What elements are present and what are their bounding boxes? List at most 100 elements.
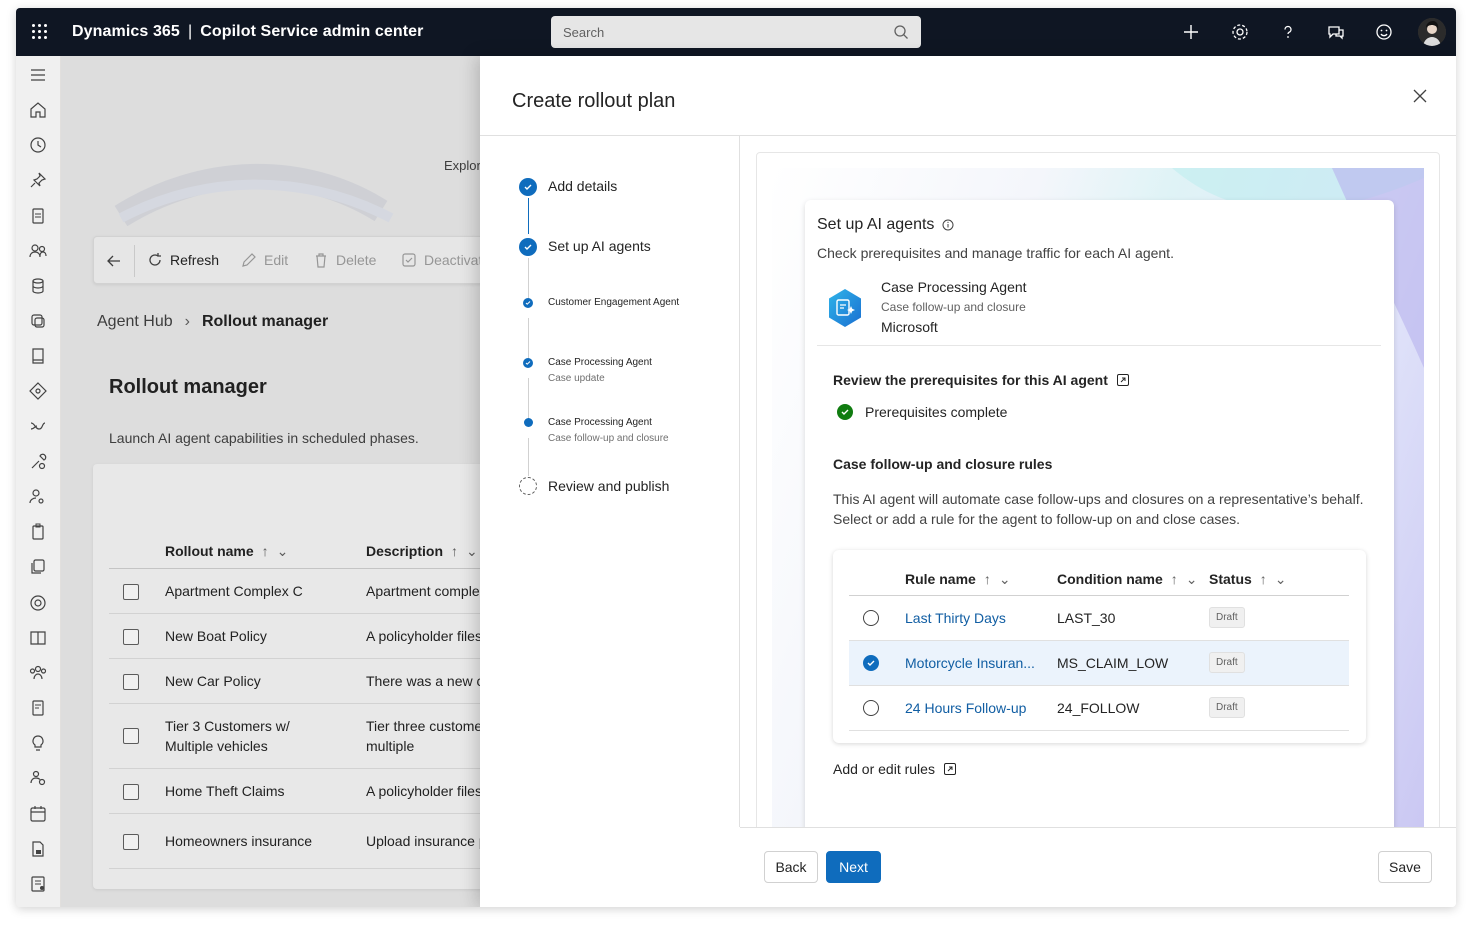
substep-sublabel: Case update (548, 373, 605, 384)
success-check-icon (837, 404, 853, 420)
notes-icon[interactable] (28, 698, 48, 718)
agent-name: Case Processing Agent (881, 279, 1027, 295)
help-icon[interactable] (1276, 20, 1300, 44)
app-title[interactable]: Dynamics 365 | Copilot Service admin cente… (72, 23, 424, 41)
prereq-status-row: Prerequisites complete (837, 404, 1007, 420)
condition-name-cell: MS_CLAIM_LOW (1057, 655, 1169, 671)
back-button[interactable]: Back (764, 851, 818, 883)
recent-clock-icon[interactable] (28, 135, 48, 155)
pin-icon[interactable] (28, 170, 48, 190)
column-header-status[interactable]: Status ↑ ⌄ (1209, 571, 1287, 588)
top-bar: Dynamics 365 | Copilot Service admin cente… (16, 8, 1456, 56)
step-connector (528, 258, 529, 300)
table-row[interactable]: 24 Hours Follow-up 24_FOLLOW Draft (849, 686, 1349, 731)
search-icon (893, 24, 909, 45)
layers-icon[interactable] (28, 311, 48, 331)
rules-heading: Case follow-up and closure rules (833, 456, 1053, 472)
add-edit-rules-link[interactable]: Add or edit rules (833, 761, 957, 777)
stepper: Add details Set up AI agents Customer En… (480, 136, 740, 827)
step-setup-ai-agents[interactable]: Set up AI agents (548, 238, 651, 254)
book-icon[interactable] (28, 346, 48, 366)
step-add-details[interactable]: Add details (548, 178, 617, 194)
user-avatar[interactable] (1418, 18, 1446, 46)
setup-ai-agents-card: Set up AI agents Check prerequisites and… (805, 200, 1394, 841)
next-button[interactable]: Next (826, 851, 881, 883)
brand-name: Dynamics 365 (72, 23, 180, 40)
radio-unselected[interactable] (863, 700, 879, 716)
user-settings-icon[interactable] (28, 487, 48, 507)
column-header-condition-name[interactable]: Condition name ↑ ⌄ (1057, 571, 1198, 588)
team-icon[interactable] (28, 663, 48, 683)
title-separator: | (187, 23, 193, 40)
rules-description-line: This AI agent will automate case follow-… (833, 491, 1364, 507)
agent-publisher: Microsoft (881, 319, 938, 335)
chevron-down-icon: ⌄ (1274, 571, 1287, 587)
modal-backdrop[interactable] (61, 56, 481, 907)
open-book-icon[interactable] (28, 628, 48, 648)
substep-case-update[interactable]: Case Processing Agent Case update (548, 357, 652, 384)
rule-name-link[interactable]: 24 Hours Follow-up (905, 700, 1026, 716)
tools-icon[interactable] (28, 452, 48, 472)
step-connector (528, 378, 529, 420)
substep-current-dot (524, 418, 533, 427)
chevron-down-icon: ⌄ (998, 571, 1011, 587)
app-window: Dynamics 365 | Copilot Service admin cente… (16, 8, 1456, 907)
table-row[interactable]: Last Thirty Days LAST_30 Draft (849, 596, 1349, 641)
routing-icon[interactable] (28, 381, 48, 401)
add-icon[interactable] (1179, 20, 1203, 44)
close-icon[interactable] (1408, 84, 1432, 108)
panel-title: Create rollout plan (512, 90, 676, 112)
status-badge: Draft (1209, 652, 1245, 673)
card-title: Set up AI agents (817, 216, 935, 233)
rule-name-link[interactable]: Motorcycle Insuran... (905, 655, 1035, 671)
app-launcher-icon[interactable] (32, 24, 48, 40)
calendar-icon[interactable] (28, 804, 48, 824)
people-icon[interactable] (28, 241, 48, 261)
radio-unselected[interactable] (863, 610, 879, 626)
document-icon[interactable] (28, 206, 48, 226)
lightbulb-icon[interactable] (28, 733, 48, 753)
hamburger-menu-icon[interactable] (28, 65, 48, 85)
rules-table: Rule name ↑ ⌄ Condition name ↑ ⌄ Status … (833, 550, 1366, 743)
condition-name-cell: LAST_30 (1057, 610, 1116, 626)
column-header-rule-name[interactable]: Rule name ↑ ⌄ (905, 571, 1011, 588)
left-nav-rail (16, 56, 61, 907)
chat-icon[interactable] (1324, 20, 1348, 44)
step-connector (528, 318, 529, 360)
step-review-publish[interactable]: Review and publish (548, 478, 669, 494)
status-badge: Draft (1209, 607, 1245, 628)
radio-selected-check-icon[interactable] (863, 655, 879, 671)
substep-case-followup[interactable]: Case Processing Agent Case follow-up and… (548, 417, 669, 444)
rule-name-link[interactable]: Last Thirty Days (905, 610, 1006, 626)
rules-description: This AI agent will automate case follow-… (833, 489, 1363, 529)
agent-divider (817, 345, 1381, 346)
settings-gear-icon[interactable] (1228, 20, 1252, 44)
save-button[interactable]: Save (1378, 851, 1432, 883)
people-gear-icon[interactable] (28, 768, 48, 788)
step-connector (528, 438, 529, 476)
create-rollout-plan-panel: Create rollout plan Add details Set up A… (480, 56, 1456, 907)
home-icon[interactable] (28, 100, 48, 120)
search-box[interactable]: Search (551, 16, 921, 48)
info-icon[interactable] (942, 219, 954, 231)
sort-arrow-up-icon: ↑ (1170, 571, 1178, 587)
flow-icon[interactable] (28, 416, 48, 436)
substep-customer-engagement[interactable]: Customer Engagement Agent (548, 297, 679, 308)
sort-arrow-up-icon: ↑ (1259, 571, 1267, 587)
open-external-icon[interactable] (1116, 373, 1130, 387)
search-input[interactable]: Search (563, 25, 604, 40)
document-lock-icon[interactable] (28, 839, 48, 859)
content-frame: Set up AI agents Check prerequisites and… (756, 152, 1440, 842)
table-row-selected[interactable]: Motorcycle Insuran... MS_CLAIM_LOW Draft (849, 641, 1349, 686)
target-icon[interactable] (28, 593, 48, 613)
clipboard-icon[interactable] (28, 522, 48, 542)
feedback-smiley-icon[interactable] (1372, 20, 1396, 44)
rules-description-line: Select or add a rule for the agent to fo… (833, 511, 1241, 527)
database-icon[interactable] (28, 276, 48, 296)
copy-icon[interactable] (28, 557, 48, 577)
data-settings-icon[interactable] (28, 874, 48, 894)
substep-label: Case Processing Agent (548, 357, 652, 368)
substep-complete-check-icon (523, 358, 533, 368)
prereq-heading-row: Review the prerequisites for this AI age… (833, 372, 1130, 388)
prereq-status: Prerequisites complete (865, 404, 1008, 420)
